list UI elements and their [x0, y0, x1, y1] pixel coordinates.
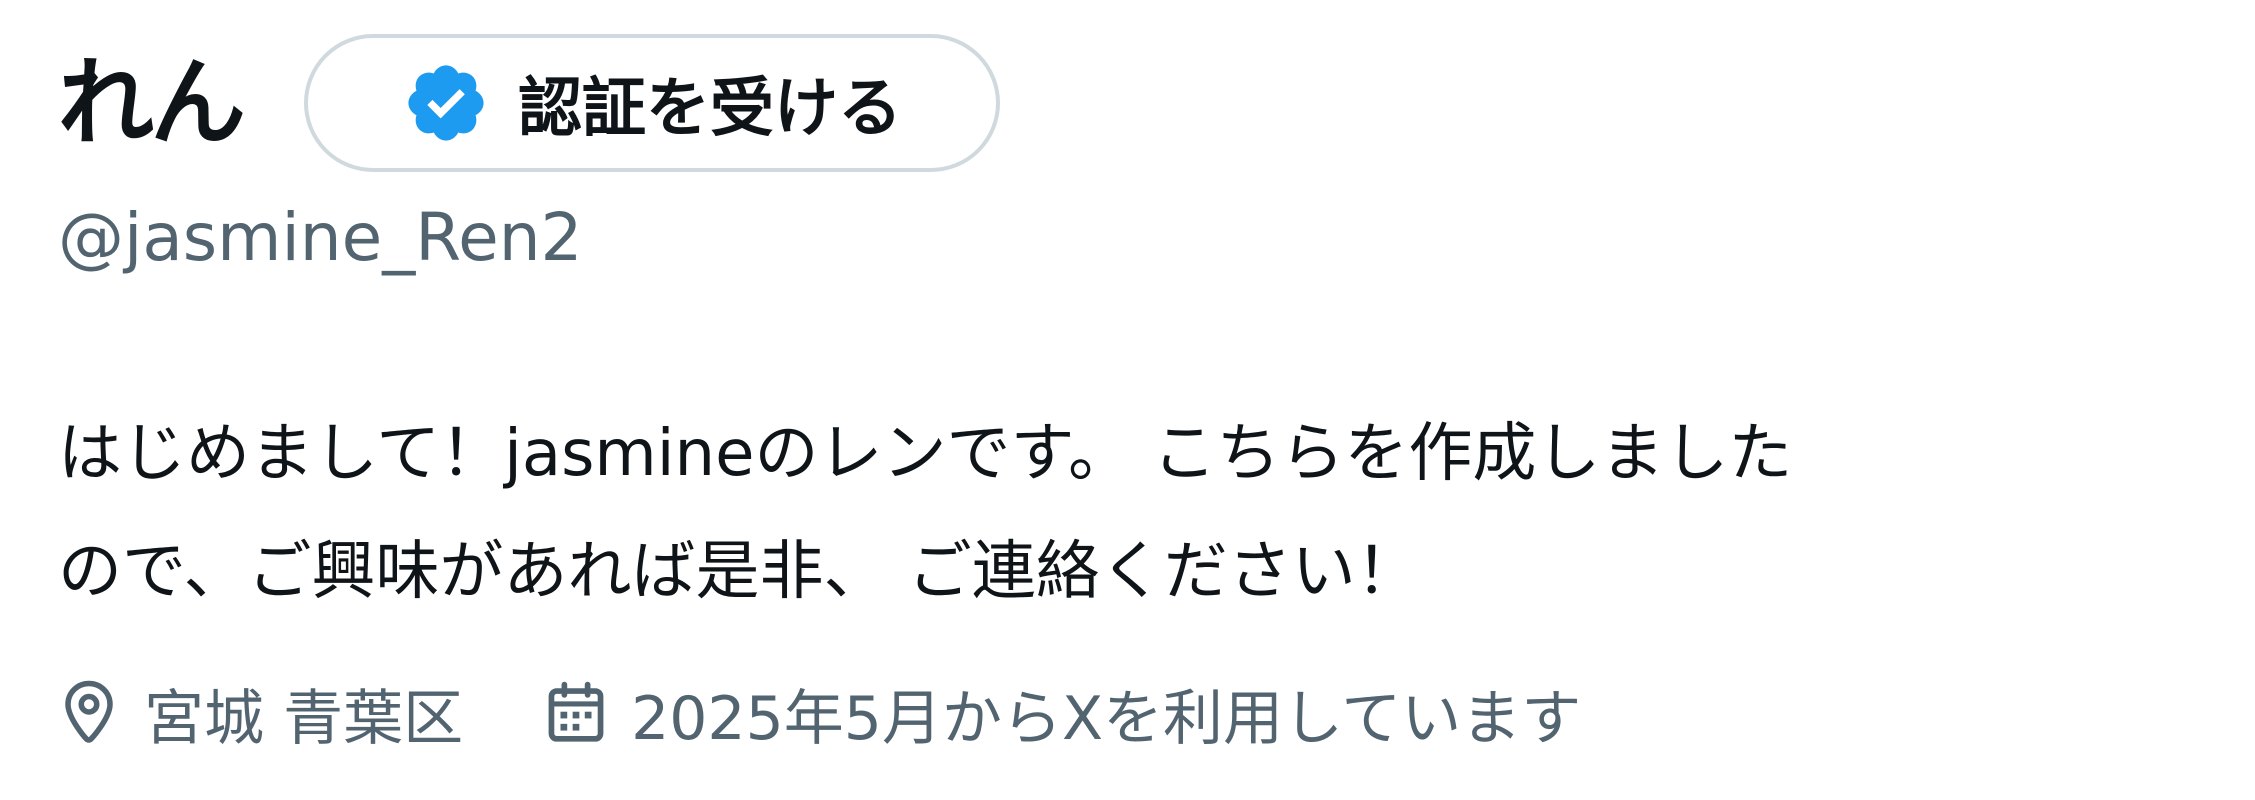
location-item: 宮城 青葉区: [58, 670, 463, 757]
verified-badge-icon: [402, 59, 490, 147]
name-row: れん 認証を受ける: [58, 30, 1000, 175]
profile-meta: 宮城 青葉区 2025年5月からXを利用しています: [58, 668, 1581, 758]
joined-item: 2025年5月からXを利用しています: [545, 670, 1581, 757]
profile-header: れん 認証を受ける @jasmine_Ren2 はじめまして！jasmineのレ…: [58, 0, 2218, 800]
get-verified-label: 認証を受ける: [518, 71, 902, 146]
get-verified-button[interactable]: 認証を受ける: [304, 33, 1000, 172]
profile-bio: はじめまして！jasmineのレンです。 こちらを作成しました ので、ご興味があ…: [58, 417, 1793, 609]
joined-date-text: 2025年5月からXを利用しています: [631, 683, 1582, 754]
calendar-icon: [545, 678, 607, 748]
location-text: 宮城 青葉区: [144, 683, 464, 754]
display-name: れん: [58, 46, 246, 159]
user-handle: @jasmine_Ren2: [58, 199, 583, 276]
location-pin-icon: [58, 678, 120, 748]
